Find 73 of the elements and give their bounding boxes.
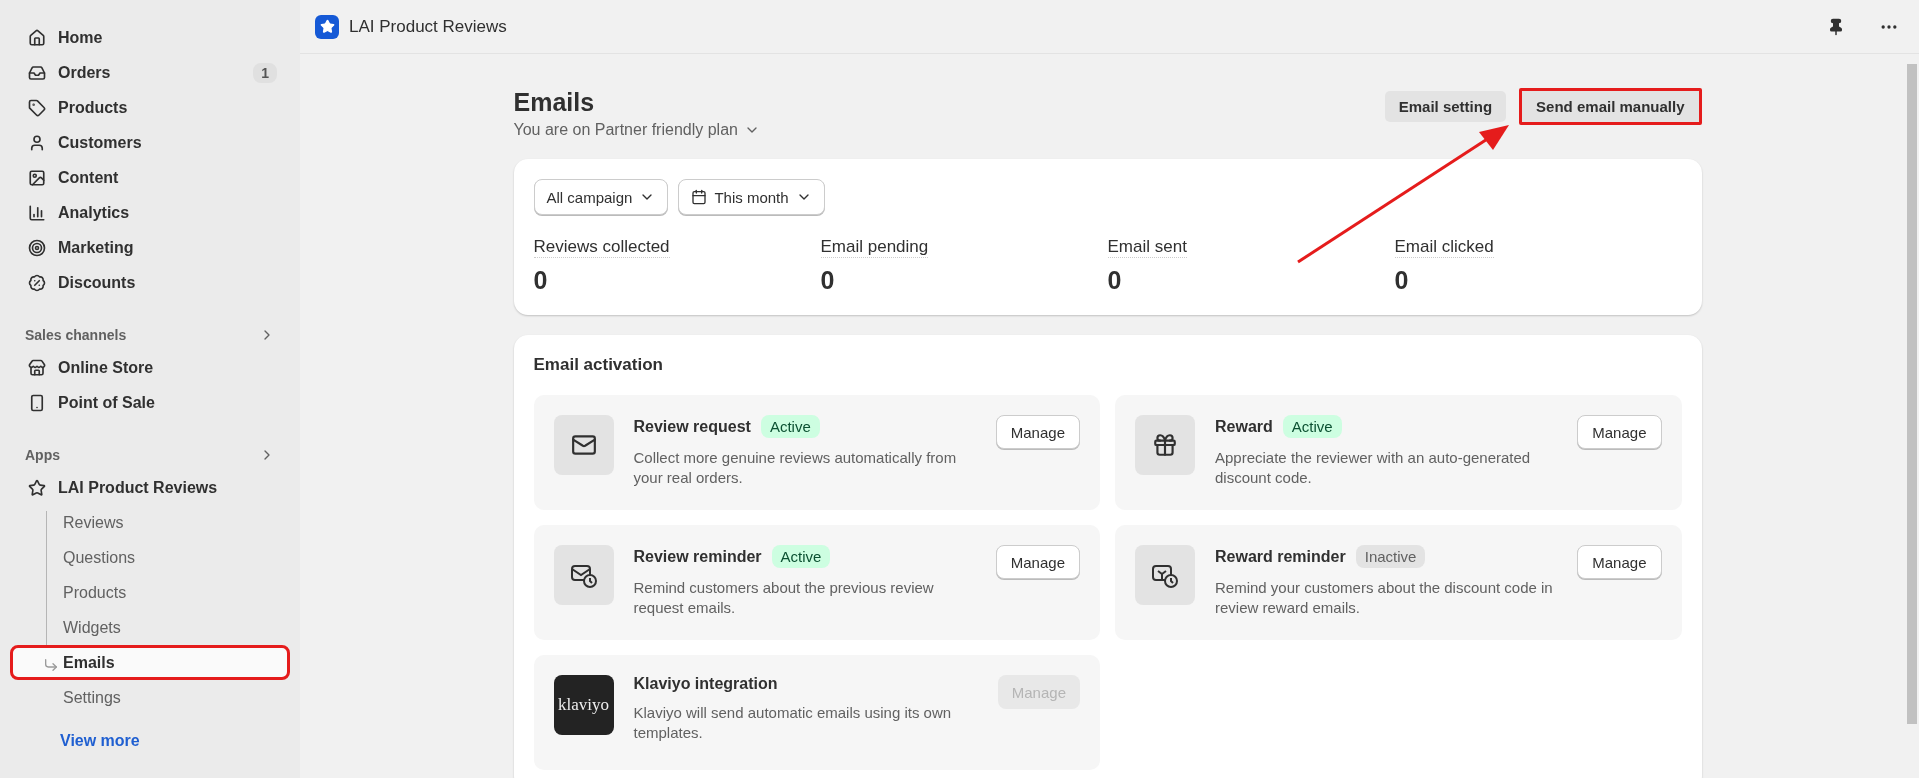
metric-label: Email pending bbox=[820, 237, 929, 258]
manage-button[interactable]: Manage bbox=[995, 415, 1080, 449]
action-button[interactable]: Send email manually bbox=[1519, 88, 1702, 125]
section-header[interactable]: Apps bbox=[10, 440, 290, 470]
email-type-title: Klaviyo integration bbox=[633, 675, 778, 693]
metric-value: 0 bbox=[1107, 266, 1123, 295]
metric-value: 0 bbox=[1394, 266, 1410, 295]
sub-nav-item[interactable]: Settings bbox=[10, 680, 290, 715]
logo-text: klaviyo bbox=[558, 695, 609, 715]
sub-nav-item[interactable]: Reviews bbox=[10, 505, 290, 540]
section-title: Sales channels bbox=[25, 327, 127, 343]
email-type-title: Reward bbox=[1215, 417, 1273, 436]
sub-nav-item[interactable]: Questions bbox=[10, 540, 290, 575]
nav-item[interactable]: Home bbox=[10, 20, 290, 55]
status-badge: Inactive bbox=[1355, 545, 1426, 568]
email-type-description: Remind your customers about the discount code in review reward emails. bbox=[1215, 578, 1554, 618]
phone-icon bbox=[28, 393, 46, 412]
image-icon bbox=[28, 168, 46, 187]
nav-item[interactable]: Discounts bbox=[10, 265, 290, 300]
nav-item[interactable]: Marketing bbox=[10, 230, 290, 265]
star-icon bbox=[28, 478, 46, 497]
metric-label: Reviews collected bbox=[533, 237, 670, 258]
calendar-icon bbox=[691, 189, 708, 205]
metric-label: Email sent bbox=[1107, 237, 1187, 258]
plan-selector[interactable]: You are on Partner friendly plan bbox=[513, 121, 760, 139]
percent-badge-icon bbox=[28, 273, 46, 292]
page-title: Emails bbox=[513, 88, 596, 117]
email-type-description: Remind customers about the previous review request emails. bbox=[633, 578, 935, 618]
inbox-icon bbox=[28, 63, 46, 82]
metric-label: Email clicked bbox=[1394, 237, 1494, 258]
email-type-description: Appreciate the reviewer with an auto-generated discount code. bbox=[1215, 448, 1532, 488]
filter-dropdown[interactable]: All campaign bbox=[533, 179, 669, 215]
count-badge: 1 bbox=[253, 62, 277, 83]
nav-item[interactable]: Online Store bbox=[10, 350, 290, 385]
sub-nav-item[interactable]: Emails bbox=[10, 645, 290, 680]
view-more-link[interactable]: View more bbox=[10, 725, 290, 757]
nav-item[interactable]: Customers bbox=[10, 125, 290, 160]
app-title: LAI Product Reviews bbox=[349, 16, 508, 37]
pin-icon[interactable] bbox=[1827, 17, 1845, 36]
nav-item[interactable]: Orders 1 bbox=[10, 55, 290, 90]
manage-button[interactable]: Manage bbox=[995, 545, 1080, 579]
email-type-title: Review reminder bbox=[633, 547, 762, 566]
email-type-title: Review request bbox=[633, 417, 751, 436]
manage-button[interactable]: Manage bbox=[1577, 415, 1662, 449]
status-badge: Active bbox=[771, 545, 831, 568]
nav-item[interactable]: Analytics bbox=[10, 195, 290, 230]
filter-dropdown[interactable]: This month bbox=[678, 179, 825, 215]
house-icon bbox=[28, 28, 46, 47]
section-title: Apps bbox=[25, 447, 60, 463]
app-logo-icon bbox=[315, 14, 339, 39]
card-title: Email activation bbox=[533, 355, 664, 375]
status-badge: Active bbox=[1282, 415, 1342, 438]
target-icon bbox=[28, 238, 46, 257]
gift-icon bbox=[1152, 432, 1178, 458]
nav-item[interactable]: LAI Product Reviews bbox=[10, 470, 290, 505]
sub-nav-item[interactable]: Products bbox=[10, 575, 290, 610]
email-type-description: Collect more genuine reviews automatically from your real orders. bbox=[633, 448, 958, 488]
section-header[interactable]: Sales channels bbox=[10, 320, 290, 350]
sub-nav-item[interactable]: Widgets bbox=[10, 610, 290, 645]
nav-item[interactable]: Point of Sale bbox=[10, 385, 290, 420]
nav-item[interactable]: Products bbox=[10, 90, 290, 125]
metric-value: 0 bbox=[533, 266, 549, 295]
store-icon bbox=[28, 358, 46, 377]
person-icon bbox=[28, 133, 46, 152]
status-badge: Active bbox=[760, 415, 820, 438]
email-type-description: Klaviyo will send automatic emails using its own templates. bbox=[633, 703, 953, 743]
tag-icon bbox=[28, 98, 46, 117]
email-type-title: Reward reminder bbox=[1215, 547, 1346, 566]
nav-item[interactable]: Content bbox=[10, 160, 290, 195]
branch-arrow-icon bbox=[43, 657, 59, 673]
metric-value: 0 bbox=[820, 266, 836, 295]
manage-button[interactable]: Manage bbox=[1577, 545, 1662, 579]
bar-chart-icon bbox=[28, 203, 46, 222]
